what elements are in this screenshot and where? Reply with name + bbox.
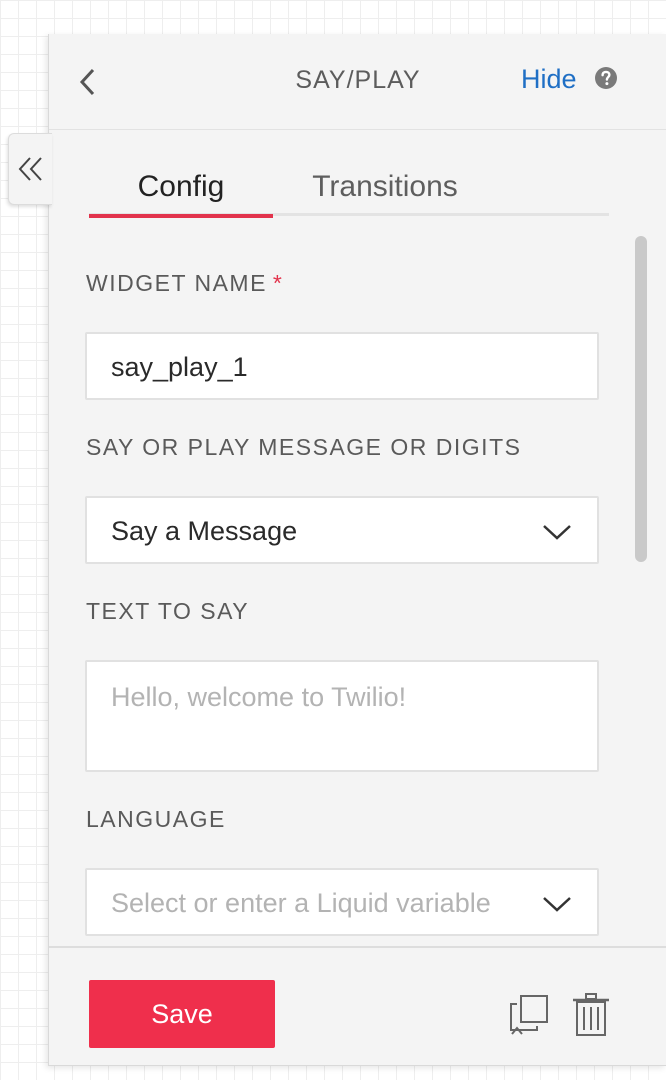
tab-config-label: Config xyxy=(137,170,225,203)
chevron-down-icon xyxy=(543,897,571,912)
scrollbar-thumb[interactable] xyxy=(635,236,647,562)
collapse-panel-button[interactable] xyxy=(8,133,52,205)
widget-name-label: WIDGET NAME * xyxy=(86,270,283,297)
save-button[interactable]: Save xyxy=(89,980,275,1048)
question-circle-icon[interactable] xyxy=(594,66,618,90)
widget-name-input[interactable]: say_play_1 xyxy=(85,332,599,400)
panel-header: SAY/PLAY Hide xyxy=(49,34,666,130)
duplicate-icon[interactable] xyxy=(507,992,553,1038)
text-to-say-placeholder: Hello, welcome to Twilio! xyxy=(111,682,407,712)
text-to-say-label: TEXT TO SAY xyxy=(86,598,250,624)
double-chevron-left-icon xyxy=(18,157,42,181)
hide-link[interactable]: Hide xyxy=(521,64,577,95)
language-placeholder: Select or enter a Liquid variable xyxy=(111,888,491,918)
widget-name-value: say_play_1 xyxy=(111,352,248,382)
tab-config[interactable]: Config xyxy=(89,164,273,218)
tab-bar: Config Transitions xyxy=(89,164,609,218)
chevron-down-icon xyxy=(543,525,571,540)
required-asterisk: * xyxy=(272,270,284,296)
widget-name-label-text: WIDGET NAME xyxy=(86,270,267,296)
say-or-play-label: SAY OR PLAY MESSAGE OR DIGITS xyxy=(86,434,522,460)
tab-transitions[interactable]: Transitions xyxy=(285,164,485,216)
text-to-say-textarea[interactable]: Hello, welcome to Twilio! xyxy=(85,660,599,772)
widget-config-panel: SAY/PLAY Hide Config Transitions WIDGET … xyxy=(48,34,666,1066)
trash-icon[interactable] xyxy=(571,992,611,1038)
say-or-play-selected-value: Say a Message xyxy=(111,516,298,546)
say-or-play-select[interactable]: Say a Message xyxy=(85,496,599,564)
language-label: LANGUAGE xyxy=(86,806,226,832)
tab-transitions-label: Transitions xyxy=(312,170,458,203)
language-select[interactable]: Select or enter a Liquid variable xyxy=(85,868,599,936)
panel-footer: Save xyxy=(49,946,666,1065)
